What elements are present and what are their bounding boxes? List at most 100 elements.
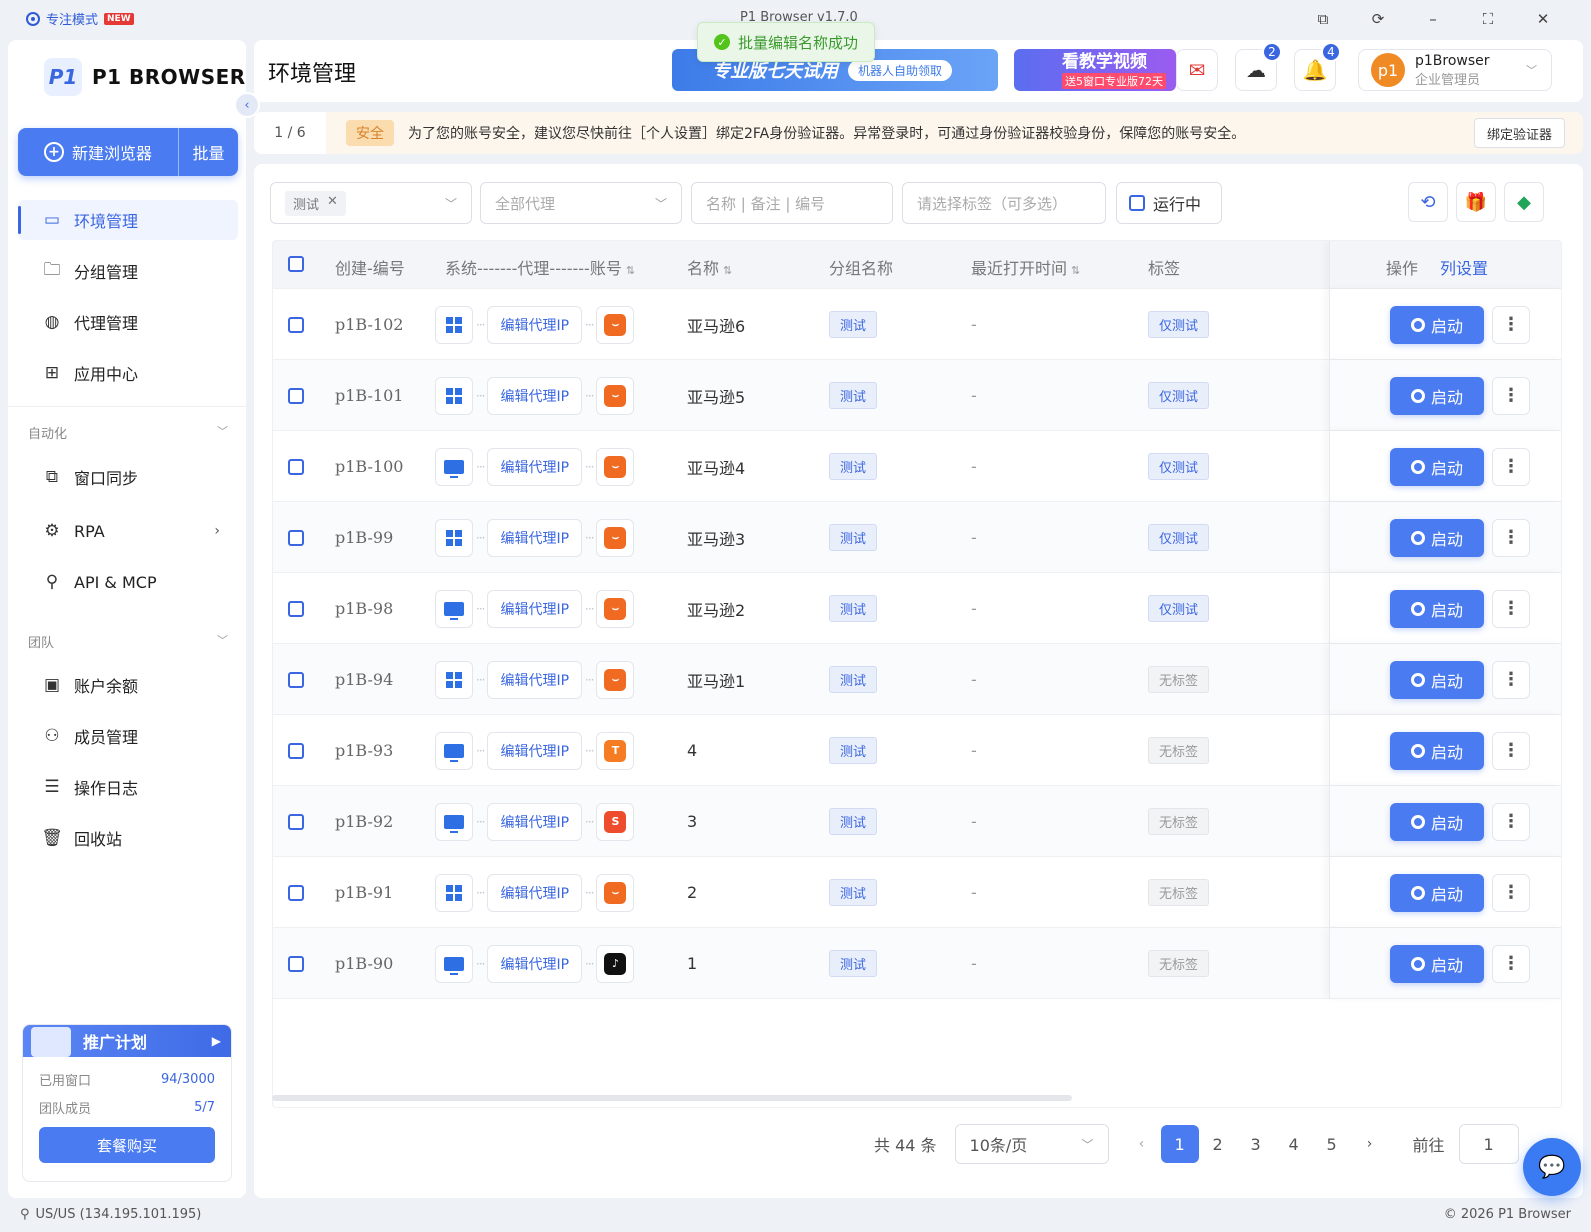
horizontal-scrollbar[interactable]: [272, 1095, 1072, 1101]
col-sys[interactable]: 系统-------代理-------账号 ⇅: [445, 255, 635, 279]
sidebar-item-balance[interactable]: ▣ 账户余额: [18, 665, 238, 705]
row-name[interactable]: 亚马逊3: [687, 526, 745, 550]
row-name[interactable]: 亚马逊5: [687, 384, 745, 408]
more-options-button[interactable]: ⋮: [1492, 376, 1530, 415]
edit-proxy-button[interactable]: 编辑代理IP: [487, 873, 583, 912]
select-all-checkbox[interactable]: [288, 256, 304, 272]
bind-authenticator-button[interactable]: 绑定验证器: [1473, 118, 1565, 148]
os-badge[interactable]: [435, 589, 473, 628]
start-button[interactable]: 启动: [1390, 589, 1484, 628]
buy-plan-button[interactable]: 套餐购买: [39, 1127, 215, 1163]
sidebar-item-groups[interactable]: 🗀 分组管理: [18, 251, 238, 291]
account-badge[interactable]: ⌣: [596, 376, 635, 415]
sidebar-item-window-sync[interactable]: ⧉ 窗口同步: [18, 457, 238, 497]
cloud-download-button[interactable]: ☁ 2: [1235, 42, 1282, 91]
tag-button[interactable]: ◆: [1504, 182, 1544, 222]
os-badge[interactable]: [435, 731, 473, 770]
row-name[interactable]: 2: [687, 883, 697, 902]
page-3[interactable]: 3: [1237, 1125, 1275, 1163]
row-name[interactable]: 亚马逊4: [687, 455, 745, 479]
maximize-icon[interactable]: ⛶: [1477, 8, 1499, 30]
row-checkbox[interactable]: [288, 458, 304, 475]
page-2[interactable]: 2: [1199, 1125, 1237, 1163]
os-badge[interactable]: [435, 802, 473, 841]
row-name[interactable]: 1: [687, 954, 697, 973]
start-button[interactable]: 启动: [1390, 447, 1484, 486]
start-button[interactable]: 启动: [1390, 518, 1484, 557]
start-button[interactable]: 启动: [1390, 802, 1484, 841]
notification-button[interactable]: 🔔 4: [1294, 42, 1341, 91]
start-button[interactable]: 启动: [1390, 873, 1484, 912]
os-badge[interactable]: [435, 447, 473, 486]
sidebar-item-proxies[interactable]: ◍ 代理管理: [18, 302, 238, 342]
proxy-filter[interactable]: 全部代理 ﹀: [480, 182, 682, 224]
account-badge[interactable]: ⌣: [596, 660, 635, 699]
sidebar-item-logs[interactable]: ☰ 操作日志: [18, 767, 238, 807]
edit-proxy-button[interactable]: 编辑代理IP: [487, 660, 583, 699]
refresh-list-button[interactable]: ⟲: [1408, 182, 1448, 222]
more-options-button[interactable]: ⋮: [1492, 447, 1530, 486]
notice-pager[interactable]: 1 / 6: [254, 125, 326, 141]
group-filter[interactable]: 测试 ✕ ﹀: [270, 182, 472, 224]
account-badge[interactable]: ⌣: [596, 305, 635, 344]
account-badge[interactable]: S: [596, 802, 635, 841]
sidebar-collapse-button[interactable]: ‹: [234, 92, 260, 118]
table-row[interactable]: p1B-101 ··· 编辑代理IP ··· ⌣ 亚马逊5 测试 - 仅测试 启…: [273, 360, 1561, 431]
pip-icon[interactable]: ⧉: [1312, 8, 1334, 30]
table-row[interactable]: p1B-99 ··· 编辑代理IP ··· ⌣ 亚马逊3 测试 - 仅测试 启动: [273, 502, 1561, 573]
row-checkbox[interactable]: [288, 316, 304, 333]
start-button[interactable]: 启动: [1390, 944, 1484, 983]
minimize-icon[interactable]: –: [1422, 8, 1444, 30]
row-checkbox[interactable]: [288, 813, 304, 830]
refresh-icon[interactable]: ⟳: [1367, 8, 1389, 30]
close-icon[interactable]: ✕: [1532, 8, 1554, 30]
table-row[interactable]: p1B-100 ··· 编辑代理IP ··· ⌣ 亚马逊4 测试 - 仅测试 启…: [273, 431, 1561, 502]
table-row[interactable]: p1B-94 ··· 编辑代理IP ··· ⌣ 亚马逊1 测试 - 无标签 启动: [273, 644, 1561, 715]
row-checkbox[interactable]: [288, 742, 304, 759]
running-filter[interactable]: 运行中: [1116, 182, 1222, 224]
page-size-select[interactable]: 10条/页 ﹀: [954, 1124, 1109, 1164]
row-checkbox[interactable]: [288, 671, 304, 688]
start-button[interactable]: 启动: [1390, 305, 1484, 344]
more-options-button[interactable]: ⋮: [1492, 873, 1530, 912]
more-options-button[interactable]: ⋮: [1492, 589, 1530, 628]
sidebar-item-api[interactable]: ⚲ API & MCP: [18, 562, 238, 602]
more-options-button[interactable]: ⋮: [1492, 305, 1530, 344]
table-row[interactable]: p1B-98 ··· 编辑代理IP ··· ⌣ 亚马逊2 测试 - 仅测试 启动: [273, 573, 1561, 644]
chip-close-icon[interactable]: ✕: [327, 194, 338, 213]
running-checkbox[interactable]: [1129, 195, 1145, 211]
row-name[interactable]: 3: [687, 812, 697, 831]
os-badge[interactable]: [435, 660, 473, 699]
more-options-button[interactable]: ⋮: [1492, 944, 1530, 983]
user-menu[interactable]: p1 p1Browser 企业管理员 ﹀: [1358, 49, 1552, 91]
col-last-open[interactable]: 最近打开时间 ⇅: [971, 255, 1080, 279]
row-name[interactable]: 亚马逊2: [687, 597, 745, 621]
sidebar-item-apps[interactable]: ⊞ 应用中心: [18, 353, 238, 393]
row-name[interactable]: 亚马逊6: [687, 313, 745, 337]
page-1[interactable]: 1: [1160, 1125, 1199, 1163]
sidebar-item-env[interactable]: ▭ 环境管理: [18, 200, 238, 240]
account-badge[interactable]: ⌣: [596, 447, 635, 486]
page-4[interactable]: 4: [1275, 1125, 1313, 1163]
row-name[interactable]: 4: [687, 741, 697, 760]
table-row[interactable]: p1B-91 ··· 编辑代理IP ··· ⌣ 2 测试 - 无标签 启动 ⋮: [273, 857, 1561, 928]
start-button[interactable]: 启动: [1390, 660, 1484, 699]
more-options-button[interactable]: ⋮: [1492, 518, 1530, 557]
edit-proxy-button[interactable]: 编辑代理IP: [487, 518, 583, 557]
table-row[interactable]: p1B-92 ··· 编辑代理IP ··· S 3 测试 - 无标签 启动 ⋮: [273, 786, 1561, 857]
table-row[interactable]: p1B-102 ··· 编辑代理IP ··· ⌣ 亚马逊6 测试 - 仅测试 启…: [273, 289, 1561, 360]
row-name[interactable]: 亚马逊1: [687, 668, 745, 692]
batch-button[interactable]: 批量: [178, 128, 238, 176]
os-badge[interactable]: [435, 944, 473, 983]
more-options-button[interactable]: ⋮: [1492, 731, 1530, 770]
row-checkbox[interactable]: [288, 529, 304, 546]
edit-proxy-button[interactable]: 编辑代理IP: [487, 376, 583, 415]
tutorial-banner[interactable]: 看教学视频 送5窗口专业版72天: [1014, 49, 1176, 91]
search-input[interactable]: 名称 | 备注 | 编号: [691, 182, 893, 224]
promo-header[interactable]: 推广计划 ▶: [23, 1025, 231, 1057]
sidebar-item-rpa[interactable]: ⚙ RPA ›: [18, 511, 238, 551]
mail-button[interactable]: ✉: [1176, 49, 1218, 91]
account-badge[interactable]: ⌣: [596, 518, 635, 557]
os-badge[interactable]: [435, 305, 473, 344]
row-checkbox[interactable]: [288, 955, 304, 972]
